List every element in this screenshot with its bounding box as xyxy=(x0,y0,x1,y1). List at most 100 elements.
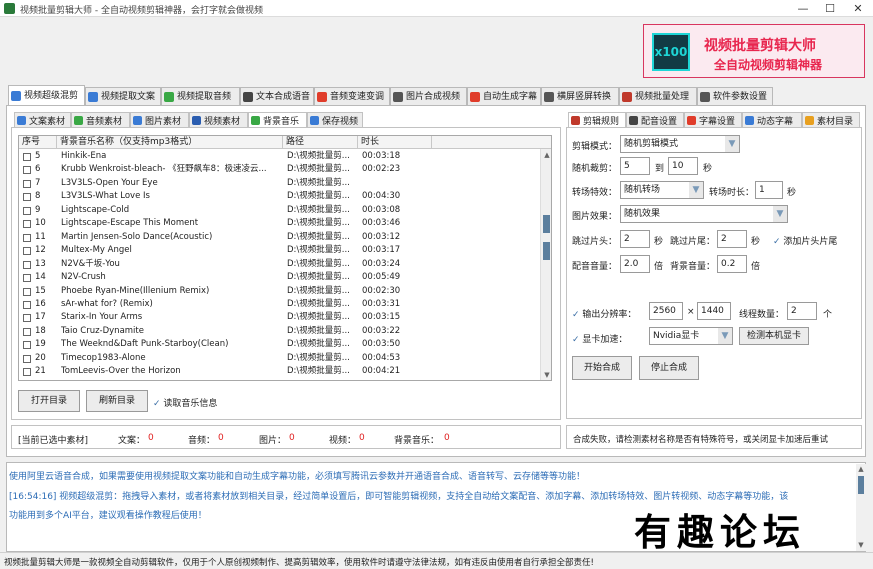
scroll-thumb[interactable] xyxy=(543,215,550,233)
read-music-info-checkbox[interactable]: ✓ 读取音乐信息 xyxy=(153,396,217,409)
resolution-checkbox[interactable]: ✓ 输出分辨率： xyxy=(572,307,636,320)
sub-tab-3[interactable]: 视频素材 xyxy=(189,112,248,127)
resolution-height-input[interactable]: 1440 xyxy=(697,302,731,320)
row-checkbox[interactable] xyxy=(23,327,31,336)
bgm-table[interactable]: 序号 背景音乐名称（仅支持mp3格式） 路径 时长 5 Hinkik-Ena D:\… xyxy=(18,135,552,381)
bgm-volume-input[interactable]: 0.2 xyxy=(717,255,747,273)
refresh-dir-button[interactable]: 刷新目录 xyxy=(86,390,148,412)
random-cut-from-input[interactable]: 5 xyxy=(620,157,650,175)
row-checkbox[interactable] xyxy=(23,206,31,215)
col-header-duration[interactable]: 时长 xyxy=(358,136,432,149)
detect-gpu-button[interactable]: 检测本机显卡 xyxy=(739,327,809,345)
row-checkbox[interactable] xyxy=(23,247,31,256)
main-tab-1[interactable]: 视频提取文案 xyxy=(85,87,161,105)
row-checkbox[interactable] xyxy=(23,287,31,296)
row-checkbox[interactable] xyxy=(23,274,31,283)
table-row[interactable]: 5 Hinkik-Ena D:\视频批量剪... 00:03:18 xyxy=(19,150,539,163)
table-row[interactable]: 16 sAr-what for? (Remix) D:\视频批量剪... 00:03:… xyxy=(19,298,539,311)
sub-tab-label: 视频素材 xyxy=(204,116,241,127)
scroll-thumb[interactable] xyxy=(858,476,864,494)
start-button[interactable]: 开始合成 xyxy=(572,356,632,380)
col-header-no[interactable]: 序号 xyxy=(19,136,57,149)
col-header-path[interactable]: 路径 xyxy=(283,136,358,149)
transition-select[interactable]: 随机转场 ▼ xyxy=(620,181,704,199)
table-row[interactable]: 7 L3V3LS-Open Your Eye D:\视频批量剪... xyxy=(19,177,539,190)
table-row[interactable]: 6 Krubb Wenkroist-bleach- 《狂野飙车8：极速凌云... D… xyxy=(19,163,539,176)
main-tab-8[interactable]: 视频批量处理 xyxy=(619,87,697,105)
main-tab-6[interactable]: 自动生成字幕 xyxy=(467,87,541,105)
table-row[interactable]: 11 Martin Jensen-Solo Dance(Acoustic) D:\视… xyxy=(19,231,539,244)
dub-volume-input[interactable]: 2.0 xyxy=(620,255,650,273)
table-row[interactable]: 17 Starix-In Your Arms D:\视频批量剪... 00:03:15 xyxy=(19,311,539,324)
stop-button[interactable]: 停止合成 xyxy=(639,356,699,380)
gpu-select[interactable]: Nvidia显卡 ▼ xyxy=(649,327,733,345)
sub-tab-4[interactable]: 背景音乐 xyxy=(248,112,307,127)
row-checkbox[interactable] xyxy=(23,368,31,377)
row-checkbox[interactable] xyxy=(23,153,31,161)
col-header-name[interactable]: 背景音乐名称（仅支持mp3格式） xyxy=(57,136,283,149)
row-checkbox[interactable] xyxy=(23,354,31,363)
sub-tab-2[interactable]: 图片素材 xyxy=(130,112,189,127)
row-checkbox[interactable] xyxy=(23,260,31,269)
sub-tab-0[interactable]: 文案素材 xyxy=(14,112,71,127)
main-tab-2[interactable]: 视频提取音频 xyxy=(161,87,240,105)
main-tab-3[interactable]: 文本合成语音 xyxy=(240,87,314,105)
scroll-up-icon[interactable]: ▲ xyxy=(856,464,866,474)
main-tab-5[interactable]: 图片合成视频 xyxy=(390,87,467,105)
open-dir-button[interactable]: 打开目录 xyxy=(18,390,80,412)
table-row[interactable]: 20 Timecop1983-Alone D:\视频批量剪... 00:04:53 xyxy=(19,352,539,365)
scroll-down-icon[interactable]: ▼ xyxy=(542,370,551,380)
cell-name: Starix-In Your Arms xyxy=(61,312,143,323)
row-checkbox[interactable] xyxy=(23,300,31,309)
maximize-button[interactable]: ☐ xyxy=(818,1,842,16)
log-scrollbar[interactable]: ▲ ▼ xyxy=(856,464,866,551)
table-row[interactable]: 9 Lightscape-Cold D:\视频批量剪... 00:03:08 xyxy=(19,204,539,217)
main-tab-4[interactable]: 音频变速变调 xyxy=(314,87,390,105)
scroll-thumb-lower[interactable] xyxy=(543,242,550,260)
row-checkbox[interactable] xyxy=(23,193,31,202)
scroll-up-icon[interactable]: ▲ xyxy=(542,150,551,160)
right-tab-4[interactable]: 素材目录 xyxy=(802,112,860,127)
resolution-width-input[interactable]: 2560 xyxy=(649,302,683,320)
row-checkbox[interactable] xyxy=(23,314,31,323)
table-scrollbar[interactable]: ▲ ▼ xyxy=(540,149,551,380)
transition-time-input[interactable]: 1 xyxy=(755,181,783,199)
table-row[interactable]: 19 The Weeknd&Daft Punk-Starboy(Clean) D:\… xyxy=(19,338,539,351)
main-tab-7[interactable]: 横屏竖屏转换 xyxy=(541,87,619,105)
row-checkbox[interactable] xyxy=(23,341,31,350)
main-tab-9[interactable]: 软件参数设置 xyxy=(697,87,773,105)
add-head-tail-label: 添加片头片尾 xyxy=(783,237,838,247)
row-checkbox[interactable] xyxy=(23,179,31,188)
close-button[interactable]: ✕ xyxy=(846,1,870,16)
table-row[interactable]: 18 Taio Cruz-Dynamite D:\视频批量剪... 00:03:22 xyxy=(19,325,539,338)
sub-tab-5[interactable]: 保存视频 xyxy=(307,112,363,127)
table-row[interactable]: 15 Phoebe Ryan-Mine(Illenium Remix) D:\视频批… xyxy=(19,285,539,298)
scroll-down-icon[interactable]: ▼ xyxy=(856,540,866,550)
cell-path: D:\视频批量剪... xyxy=(287,312,350,323)
right-tab-1[interactable]: 配音设置 xyxy=(626,112,684,127)
edit-mode-select[interactable]: 随机剪辑模式 ▼ xyxy=(620,135,740,153)
row-checkbox[interactable] xyxy=(23,166,31,175)
table-row[interactable]: 21 TomLeevis-Over the Horizon D:\视频批量剪... 0… xyxy=(19,365,539,378)
skip-tail-input[interactable]: 2 xyxy=(717,230,747,248)
table-row[interactable]: 12 Multex-My Angel D:\视频批量剪... 00:03:17 xyxy=(19,244,539,257)
right-tab-2[interactable]: 字幕设置 xyxy=(684,112,742,127)
threads-input[interactable]: 2 xyxy=(787,302,817,320)
random-cut-to-input[interactable]: 10 xyxy=(668,157,698,175)
image-effect-select[interactable]: 随机效果 ▼ xyxy=(620,205,788,223)
right-tab-0[interactable]: 剪辑规则 xyxy=(568,112,626,127)
right-tab-3[interactable]: 动态字幕 xyxy=(742,112,802,127)
row-checkbox[interactable] xyxy=(23,220,31,229)
main-tab-0[interactable]: 视频超级混剪 xyxy=(8,85,85,106)
add-head-tail-checkbox[interactable]: ✓ 添加片头片尾 xyxy=(773,234,837,247)
skip-head-input[interactable]: 2 xyxy=(620,230,650,248)
row-checkbox[interactable] xyxy=(23,233,31,242)
table-row[interactable]: 8 L3V3LS-What Love Is D:\视频批量剪... 00:04:30 xyxy=(19,190,539,203)
log-line: 使用阿里云语音合成，如果需要使用视频提取文案功能和自动生成字幕功能，必须填写腾讯… xyxy=(9,472,586,482)
table-row[interactable]: 13 N2V&千坂-You D:\视频批量剪... 00:03:24 xyxy=(19,258,539,271)
sub-tab-1[interactable]: 音频素材 xyxy=(71,112,130,127)
minimize-button[interactable]: — xyxy=(791,1,815,16)
table-row[interactable]: 10 Lightscape-Escape This Moment D:\视频批量剪.… xyxy=(19,217,539,230)
gpu-checkbox[interactable]: ✓ 显卡加速： xyxy=(572,332,627,345)
table-row[interactable]: 14 N2V-Crush D:\视频批量剪... 00:05:49 xyxy=(19,271,539,284)
